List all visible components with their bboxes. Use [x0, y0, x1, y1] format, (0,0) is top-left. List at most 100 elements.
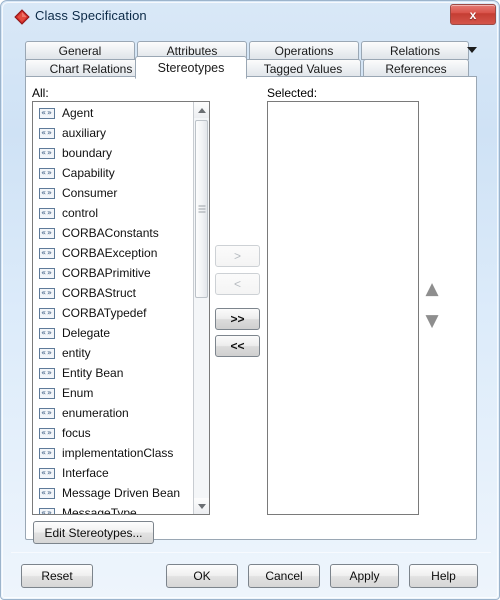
list-item[interactable]: Message Driven Bean: [33, 483, 196, 503]
tab-general[interactable]: General: [25, 41, 135, 60]
ok-button[interactable]: OK: [166, 564, 238, 588]
tab-strip: General Attributes Operations Relations …: [25, 41, 469, 79]
scroll-up-arrow-icon: [197, 107, 206, 113]
tab-relations[interactable]: Relations: [361, 41, 469, 60]
list-item-label: control: [62, 206, 99, 220]
list-item[interactable]: Consumer: [33, 183, 196, 203]
stereotype-guillemet-icon: [39, 367, 55, 379]
list-item[interactable]: auxiliary: [33, 123, 196, 143]
stereotype-guillemet-icon: [39, 347, 55, 359]
stereotype-guillemet-icon: [39, 267, 55, 279]
tab-stereotypes[interactable]: Stereotypes: [135, 56, 247, 79]
footer-separator: [11, 552, 491, 553]
stereotype-guillemet-icon: [39, 227, 55, 239]
apply-button[interactable]: Apply: [330, 564, 399, 588]
stereotype-guillemet-icon: [39, 447, 55, 459]
list-item[interactable]: CORBAStruct: [33, 283, 196, 303]
stereotype-guillemet-icon: [39, 207, 55, 219]
window-title: Class Specification: [35, 8, 147, 23]
list-item-label: boundary: [62, 146, 113, 160]
list-item[interactable]: CORBAException: [33, 243, 196, 263]
all-list-label: All:: [32, 86, 49, 100]
scroll-down-button[interactable]: [194, 498, 209, 514]
stereotype-guillemet-icon: [39, 427, 55, 439]
list-item-label: implementationClass: [62, 446, 174, 460]
reset-button[interactable]: Reset: [21, 564, 93, 588]
list-item-label: auxiliary: [62, 126, 107, 140]
tab-operations[interactable]: Operations: [249, 41, 359, 60]
list-item-label: Enum: [62, 386, 94, 400]
list-item[interactable]: control: [33, 203, 196, 223]
selected-list-label: Selected:: [267, 86, 318, 100]
move-all-left-button[interactable]: <<: [215, 335, 260, 357]
list-item-label: Agent: [62, 106, 94, 120]
all-stereotypes-listbox[interactable]: Agent auxiliary boundary Capability Consumer…: [32, 101, 210, 515]
list-item[interactable]: CORBATypedef: [33, 303, 196, 323]
stereotype-guillemet-icon: [39, 467, 55, 479]
list-item-label: Consumer: [62, 186, 118, 200]
list-item-label: Capability: [62, 166, 115, 180]
list-item-label: MessageType: [62, 506, 137, 515]
stereotype-guillemet-icon: [39, 507, 55, 514]
stereotype-guillemet-icon: [39, 187, 55, 199]
stereotype-guillemet-icon: [39, 487, 55, 499]
stereotype-guillemet-icon: [39, 387, 55, 399]
all-list-scrollbar[interactable]: [193, 102, 209, 514]
list-item-label: CORBAConstants: [62, 226, 159, 240]
list-item-label: enumeration: [62, 406, 129, 420]
move-up-button[interactable]: ▲: [422, 280, 442, 297]
list-item-label: Interface: [62, 466, 109, 480]
help-button[interactable]: Help: [409, 564, 478, 588]
dialog-window: Class Specification x General Attributes…: [0, 0, 500, 600]
app-diamond-icon: [14, 9, 30, 25]
all-stereotypes-items: Agent auxiliary boundary Capability Consumer…: [33, 103, 196, 515]
list-item[interactable]: Interface: [33, 463, 196, 483]
list-item-label: CORBAPrimitive: [62, 266, 151, 280]
list-item-label: Message Driven Bean: [62, 486, 181, 500]
selected-stereotypes-listbox[interactable]: [267, 101, 419, 515]
tab-overflow-button[interactable]: [465, 43, 479, 57]
list-item[interactable]: boundary: [33, 143, 196, 163]
stereotype-guillemet-icon: [39, 407, 55, 419]
scroll-up-button[interactable]: [194, 102, 209, 118]
list-item[interactable]: Capability: [33, 163, 196, 183]
list-item[interactable]: MessageType: [33, 503, 196, 515]
stereotype-guillemet-icon: [39, 327, 55, 339]
move-right-button[interactable]: >: [215, 245, 260, 267]
list-item[interactable]: Delegate: [33, 323, 196, 343]
stereotype-guillemet-icon: [39, 167, 55, 179]
list-item[interactable]: enumeration: [33, 403, 196, 423]
close-button[interactable]: x: [450, 4, 496, 25]
cancel-button[interactable]: Cancel: [248, 564, 320, 588]
list-item-label: Entity Bean: [62, 366, 124, 380]
list-item-label: CORBAStruct: [62, 286, 137, 300]
stereotype-guillemet-icon: [39, 127, 55, 139]
list-item[interactable]: focus: [33, 423, 196, 443]
list-item-label: CORBATypedef: [62, 306, 147, 320]
list-item[interactable]: Entity Bean: [33, 363, 196, 383]
close-icon: x: [469, 7, 477, 22]
move-all-right-button[interactable]: >>: [215, 308, 260, 330]
list-item-label: focus: [62, 426, 91, 440]
list-item[interactable]: entity: [33, 343, 196, 363]
list-item[interactable]: Enum: [33, 383, 196, 403]
edit-stereotypes-button[interactable]: Edit Stereotypes...: [33, 521, 154, 544]
list-item-label: Delegate: [62, 326, 111, 340]
scrollbar-grip-icon: [198, 205, 205, 213]
list-item-label: entity: [62, 346, 91, 360]
list-item[interactable]: Agent: [33, 103, 196, 123]
title-bar[interactable]: Class Specification x: [1, 1, 499, 33]
list-item-label: CORBAException: [62, 246, 158, 260]
scrollbar-thumb[interactable]: [195, 120, 208, 298]
stereotype-guillemet-icon: [39, 107, 55, 119]
stereotype-guillemet-icon: [39, 307, 55, 319]
stereotype-guillemet-icon: [39, 247, 55, 259]
move-left-button[interactable]: <: [215, 273, 260, 295]
list-item[interactable]: CORBAPrimitive: [33, 263, 196, 283]
list-item[interactable]: implementationClass: [33, 443, 196, 463]
stereotype-guillemet-icon: [39, 287, 55, 299]
chevron-down-icon: [467, 47, 477, 53]
list-item[interactable]: CORBAConstants: [33, 223, 196, 243]
move-down-button[interactable]: ▼: [422, 312, 442, 329]
scroll-down-arrow-icon: [197, 503, 206, 509]
